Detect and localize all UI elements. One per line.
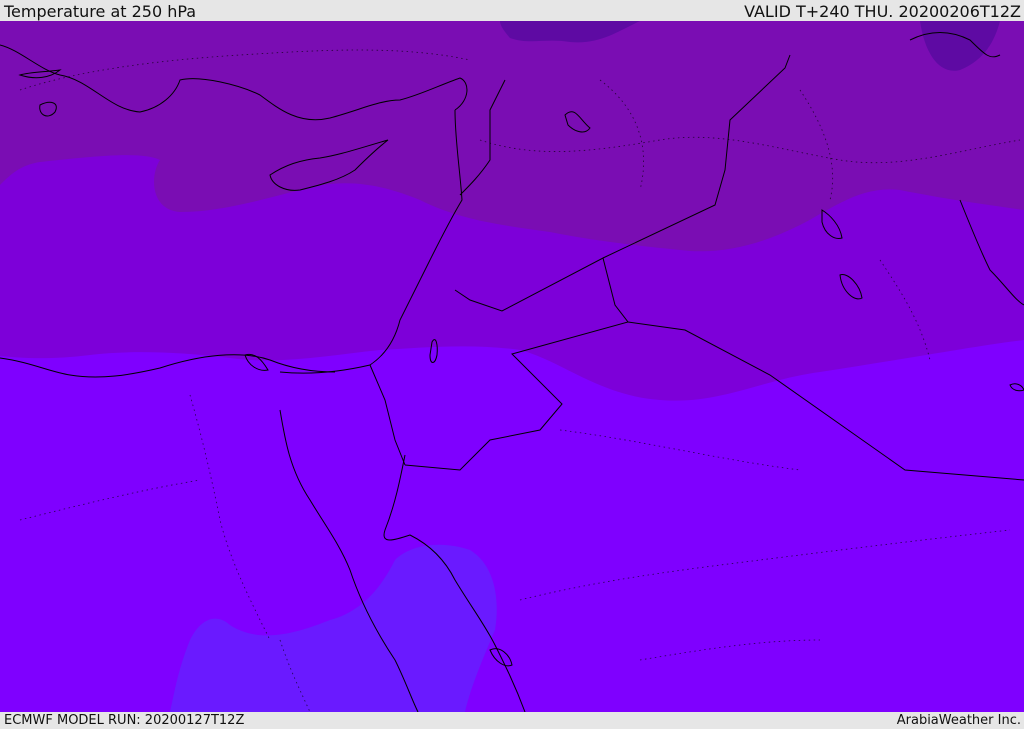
model-run-label: ECMWF MODEL RUN: 20200127T12Z: [4, 713, 245, 728]
weather-map: [0, 21, 1024, 712]
map-header: Temperature at 250 hPa VALID T+240 THU. …: [0, 0, 1024, 21]
valid-time: VALID T+240 THU. 20200206T12Z: [744, 2, 1021, 21]
map-footer: ECMWF MODEL RUN: 20200127T12Z ArabiaWeat…: [0, 712, 1024, 729]
credit-label: ArabiaWeather Inc.: [896, 713, 1021, 728]
map-title: Temperature at 250 hPa: [4, 2, 197, 21]
